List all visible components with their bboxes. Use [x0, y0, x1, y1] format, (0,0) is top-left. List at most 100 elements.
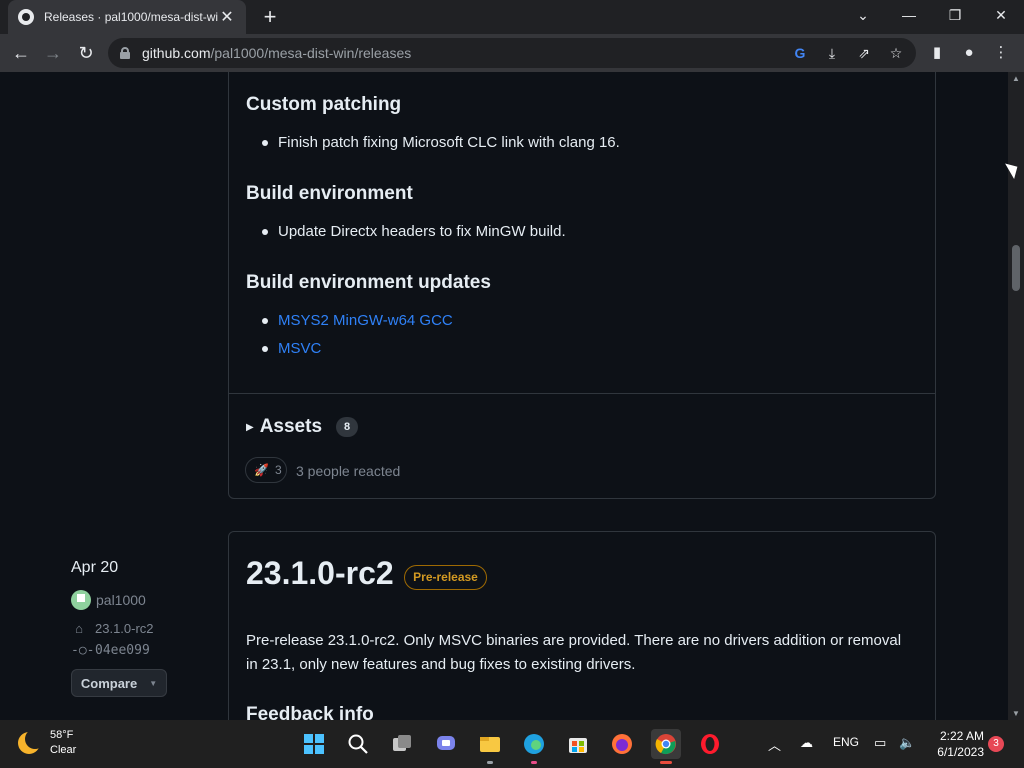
release-description: Pre-release 23.1.0-rc2. Only MSVC binari…	[246, 632, 902, 673]
prerelease-badge: Pre-release	[404, 565, 487, 590]
minimize-button[interactable]: —	[886, 0, 932, 30]
volume-icon[interactable]: 🔈	[899, 735, 915, 751]
bookmark-star-icon[interactable]: ☆	[886, 43, 906, 63]
commit-icon: -○-	[71, 643, 95, 658]
tag-name[interactable]: 23.1.0-rc2	[95, 621, 154, 636]
assets-label: Assets	[259, 416, 323, 437]
commit-hash[interactable]: 04ee099	[95, 643, 150, 658]
share-icon[interactable]: ⇗	[854, 43, 874, 63]
search-button[interactable]	[343, 729, 373, 759]
moon-icon	[18, 729, 45, 754]
restore-button[interactable]: ❐	[932, 0, 978, 30]
clock-time: 2:22 AM	[939, 729, 984, 743]
scroll-down-arrow-icon[interactable]: ▼	[1008, 709, 1024, 718]
chrome-icon	[655, 734, 676, 755]
running-indicator	[531, 761, 537, 764]
release-title[interactable]: 23.1.0-rc2	[246, 555, 394, 592]
new-tab-button[interactable]: +	[258, 5, 282, 29]
browser-toolbar: ← → ↻ github.com/pal1000/mesa-dist-win/r…	[0, 34, 1024, 72]
avatar	[71, 590, 91, 610]
weather-widget[interactable]: 58°F Clear	[18, 728, 76, 758]
firefox-icon	[612, 734, 632, 754]
google-icon[interactable]: G	[790, 43, 810, 63]
show-hidden-icons-chevron-icon[interactable]: ︿	[768, 735, 781, 754]
release-tag[interactable]: ⌂ 23.1.0-rc2	[71, 621, 154, 636]
scrollbar-thumb[interactable]	[1012, 245, 1020, 291]
chat-icon	[437, 736, 455, 750]
start-button[interactable]	[299, 729, 329, 759]
running-indicator	[660, 761, 672, 764]
onedrive-offline-icon[interactable]: ☁	[800, 735, 813, 751]
section-heading: Build environment	[246, 183, 413, 204]
release-commit[interactable]: -○- 04ee099	[71, 643, 150, 658]
opera-button[interactable]	[695, 729, 725, 759]
browser-tab-bar: Releases · pal1000/mesa-dist-win ✕ + ⌄ —…	[0, 0, 1024, 34]
section-heading: Feedback info	[246, 704, 374, 720]
task-view-button[interactable]	[387, 729, 417, 759]
link-text[interactable]: MSVC	[278, 340, 321, 357]
caret-down-icon: ▼	[149, 678, 158, 688]
edge-icon	[524, 734, 544, 754]
list-item: Update Directx headers to fix MinGW buil…	[262, 223, 566, 240]
forward-arrow-icon[interactable]: →	[41, 41, 65, 65]
profile-icon[interactable]: ●	[958, 42, 980, 64]
teams-chat-button[interactable]	[431, 729, 461, 759]
browser-tab-active[interactable]: Releases · pal1000/mesa-dist-win ✕	[8, 0, 246, 34]
reaction-summary: 3 people reacted	[296, 463, 401, 479]
back-arrow-icon[interactable]: ←	[9, 41, 33, 65]
page-content: Custom patching Finish patch fixing Micr…	[0, 72, 1008, 720]
windows-logo-icon	[304, 734, 324, 754]
address-bar[interactable]: github.com/pal1000/mesa-dist-win/release…	[108, 38, 916, 68]
task-view-icon	[393, 735, 411, 751]
tab-close-icon[interactable]: ✕	[218, 7, 236, 27]
side-panel-icon[interactable]: ▮	[926, 42, 948, 64]
folder-icon	[480, 737, 500, 752]
network-icon[interactable]: ▭	[874, 735, 886, 751]
clock[interactable]: 2:22 AM 6/1/2023	[928, 728, 984, 760]
lock-icon	[120, 47, 130, 59]
tab-search-button[interactable]: ⌄	[840, 0, 886, 30]
link-msys2-mingw[interactable]: MSYS2 MinGW-w64 GCC	[262, 312, 453, 329]
running-indicator	[487, 761, 493, 764]
opera-icon	[701, 734, 719, 754]
section-heading: Build environment updates	[246, 272, 491, 293]
tab-title: Releases · pal1000/mesa-dist-win	[44, 10, 218, 24]
scroll-up-arrow-icon[interactable]: ▲	[1008, 74, 1024, 83]
edge-button[interactable]	[519, 729, 549, 764]
github-icon	[18, 9, 34, 25]
weather-temperature: 58°F	[50, 729, 74, 741]
list-item-text: Finish patch fixing Microsoft CLC link w…	[278, 134, 620, 151]
search-icon	[348, 734, 368, 754]
store-icon	[569, 738, 587, 753]
divider	[229, 393, 935, 394]
rocket-icon: 🚀	[254, 463, 269, 477]
language-indicator[interactable]: ENG	[833, 735, 859, 749]
assets-toggle[interactable]: ▶ Assets 8	[246, 416, 359, 438]
install-icon[interactable]: ⤓	[822, 43, 842, 63]
menu-kebab-icon[interactable]: ⋮	[990, 42, 1012, 64]
release-date: Apr 20	[71, 559, 119, 576]
firefox-button[interactable]	[607, 729, 637, 759]
list-item: Finish patch fixing Microsoft CLC link w…	[262, 134, 620, 151]
compare-button[interactable]: Compare ▼	[71, 669, 167, 697]
section-heading: Custom patching	[246, 94, 402, 115]
url-host: github.com	[142, 45, 211, 61]
disclosure-triangle-icon: ▶	[246, 421, 254, 433]
link-msvc[interactable]: MSVC	[262, 340, 321, 357]
file-explorer-button[interactable]	[475, 729, 505, 764]
author-name[interactable]: pal1000	[96, 592, 146, 608]
assets-count-badge: 8	[336, 417, 359, 437]
url-text[interactable]: github.com/pal1000/mesa-dist-win/release…	[142, 45, 411, 61]
reload-icon[interactable]: ↻	[74, 41, 98, 65]
link-text[interactable]: MSYS2 MinGW-w64 GCC	[278, 312, 453, 329]
close-window-button[interactable]: ✕	[978, 0, 1024, 30]
reaction-button[interactable]: 🚀 3	[245, 457, 287, 483]
weather-condition: Clear	[50, 744, 77, 756]
url-path: /pal1000/mesa-dist-win/releases	[210, 45, 412, 61]
release-author[interactable]: pal1000	[71, 590, 146, 610]
notification-badge[interactable]: 3	[988, 736, 1004, 752]
store-button[interactable]	[563, 729, 593, 759]
clock-date: 6/1/2023	[937, 745, 984, 759]
chrome-button[interactable]	[651, 729, 681, 764]
compare-label: Compare	[80, 675, 138, 691]
